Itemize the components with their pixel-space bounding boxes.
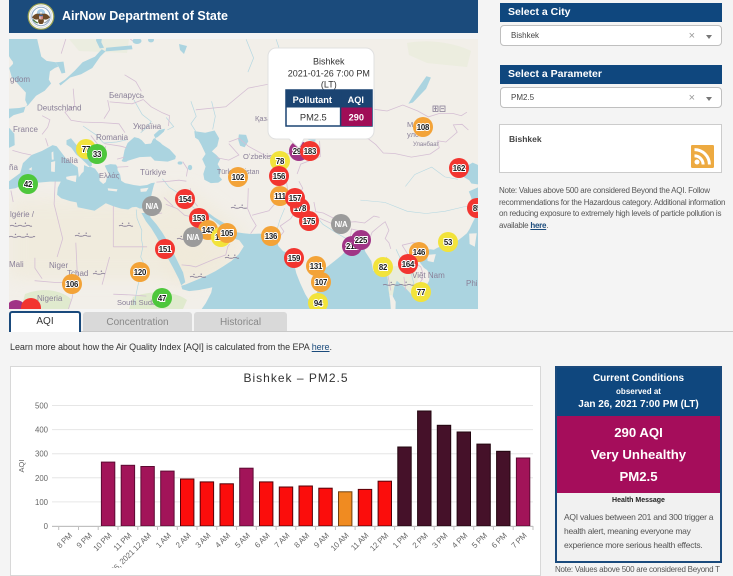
svg-text:Беларусь: Беларусь: [109, 91, 144, 100]
svg-text:ña: ña: [9, 163, 18, 172]
svg-text:France: France: [13, 125, 38, 134]
svg-text:77: 77: [417, 288, 425, 297]
svg-text:N/A: N/A: [146, 202, 159, 211]
svg-text:151: 151: [159, 245, 172, 254]
svg-text:Türkiye: Türkiye: [140, 168, 167, 177]
svg-text:159: 159: [288, 254, 301, 263]
svg-text:N/A: N/A: [187, 233, 200, 242]
svg-text:102: 102: [232, 173, 245, 182]
svg-text:10 AM: 10 AM: [329, 531, 351, 553]
svg-text:131: 131: [310, 262, 323, 271]
svg-text:Pollutant: Pollutant: [293, 95, 332, 105]
svg-text:AQI: AQI: [348, 95, 364, 105]
svg-text:2 PM: 2 PM: [411, 531, 430, 550]
svg-text:106: 106: [66, 280, 79, 289]
svg-text:154: 154: [179, 195, 192, 204]
svg-text:82: 82: [379, 263, 388, 272]
svg-text:10 PM: 10 PM: [92, 531, 114, 553]
svg-text:11 AM: 11 AM: [349, 531, 371, 553]
svg-text:33: 33: [93, 150, 102, 159]
svg-text:136: 136: [265, 232, 278, 241]
svg-text:146: 146: [413, 248, 426, 257]
svg-text:PM2.5: PM2.5: [300, 113, 327, 123]
svg-text:Romania: Romania: [96, 133, 129, 142]
svg-text:157: 157: [289, 194, 301, 203]
svg-text:12 PM: 12 PM: [368, 531, 390, 553]
svg-text:162: 162: [453, 164, 466, 173]
svg-text:Bishkek – PM2.5: Bishkek – PM2.5: [243, 371, 348, 385]
svg-text:7 AM: 7 AM: [273, 531, 292, 550]
svg-text:6 AM: 6 AM: [253, 531, 272, 550]
svg-text:2 AM: 2 AM: [174, 531, 193, 550]
svg-text:5 AM: 5 AM: [233, 531, 252, 550]
svg-text:lgérie /: lgérie /: [10, 210, 35, 219]
svg-text:108: 108: [417, 123, 430, 132]
svg-text:Phil: Phil: [466, 279, 478, 288]
svg-text:53: 53: [444, 238, 453, 247]
svg-text:290: 290: [349, 113, 364, 123]
svg-text:100: 100: [35, 498, 49, 507]
svg-text:Уланбаат: Уланбаат: [413, 142, 439, 148]
svg-text:gdom: gdom: [10, 75, 30, 84]
svg-text:500: 500: [35, 402, 49, 411]
svg-text:164: 164: [402, 260, 415, 269]
svg-text:105: 105: [221, 229, 234, 238]
svg-text:4 AM: 4 AM: [213, 531, 232, 550]
svg-text:5 PM: 5 PM: [470, 531, 489, 550]
svg-text:300: 300: [35, 450, 49, 459]
svg-text:Україна: Україна: [133, 122, 162, 131]
svg-text:Ελλάς: Ελλάς: [99, 171, 120, 180]
svg-text:175: 175: [303, 217, 316, 226]
svg-text:3 AM: 3 AM: [194, 531, 213, 550]
svg-text:N/A: N/A: [335, 220, 348, 229]
svg-text:8 PM: 8 PM: [55, 531, 74, 550]
svg-text:107: 107: [315, 278, 327, 287]
svg-text:6 PM: 6 PM: [490, 531, 509, 550]
svg-text:156: 156: [273, 172, 286, 181]
svg-text:8 AM: 8 AM: [292, 531, 311, 550]
svg-text:Italia: Italia: [61, 156, 78, 165]
svg-text:2021-01-26 7:00 PM: 2021-01-26 7:00 PM: [288, 69, 370, 79]
svg-text:3 PM: 3 PM: [430, 531, 449, 550]
svg-text:94: 94: [314, 299, 323, 308]
svg-text:183: 183: [304, 147, 317, 156]
svg-text:4 PM: 4 PM: [450, 531, 469, 550]
svg-text:Nigeria: Nigeria: [37, 294, 63, 303]
svg-text:(LT): (LT): [321, 80, 337, 90]
svg-text:200: 200: [35, 474, 49, 483]
svg-text:Mali: Mali: [9, 260, 24, 269]
svg-text:Niger: Niger: [49, 261, 68, 270]
svg-text:85: 85: [473, 204, 478, 213]
svg-text:400: 400: [35, 426, 49, 435]
svg-text:0: 0: [44, 522, 49, 531]
svg-text:225: 225: [355, 236, 368, 245]
svg-text:Deutschland: Deutschland: [37, 104, 81, 113]
svg-text:AQI: AQI: [17, 460, 26, 473]
svg-text:Việt Nam: Việt Nam: [412, 271, 445, 280]
svg-text:120: 120: [134, 268, 147, 277]
svg-text:7 PM: 7 PM: [510, 531, 529, 550]
svg-text:42: 42: [24, 180, 33, 189]
svg-text:1 AM: 1 AM: [154, 531, 173, 550]
svg-text:1 PM: 1 PM: [391, 531, 410, 550]
svg-text:47: 47: [158, 294, 166, 303]
svg-text:Bishkek: Bishkek: [313, 57, 345, 67]
svg-text:78: 78: [276, 157, 285, 166]
svg-text:111: 111: [274, 192, 286, 201]
